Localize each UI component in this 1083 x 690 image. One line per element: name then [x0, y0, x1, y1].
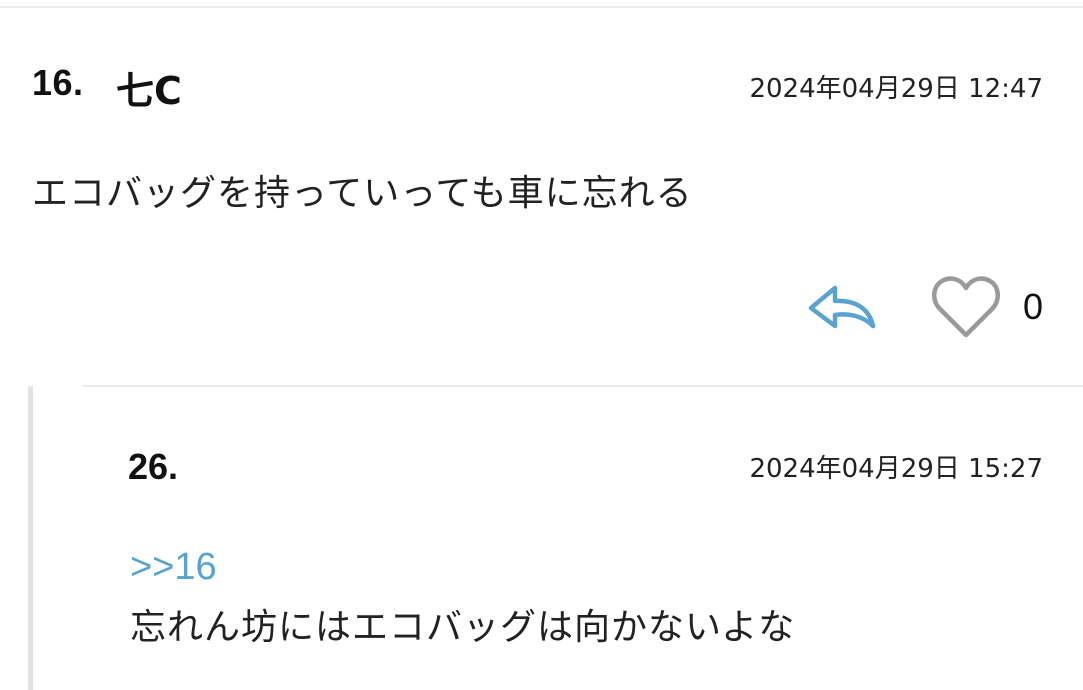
- like-count: 0: [1022, 286, 1043, 327]
- reply-date: 2024年04月29日 15:27: [749, 454, 1043, 484]
- post-actions: 0: [805, 272, 1043, 342]
- top-divider: [0, 6, 1083, 8]
- post-author: 七C: [116, 69, 182, 113]
- reply-arrow-icon[interactable]: [805, 280, 879, 334]
- post-header: 16. 七C 2024年04月29日 12:47: [32, 60, 1043, 113]
- thread-line: [28, 386, 33, 690]
- comment-thread: 16. 七C 2024年04月29日 12:47 エコバッグを持っていっても車に…: [0, 0, 1083, 690]
- post-date: 2024年04月29日 12:47: [749, 74, 1043, 104]
- reply-anchor-link[interactable]: >>16: [130, 546, 217, 589]
- reply-number: 26.: [128, 446, 179, 487]
- post-number: 16.: [32, 62, 84, 103]
- post-body: エコバッグを持っていっても車に忘れる: [32, 173, 693, 214]
- heart-outline-icon[interactable]: [931, 273, 1001, 341]
- reply-divider: [82, 385, 1083, 387]
- reply-body: 忘れん坊にはエコバッグは向かないよな: [130, 607, 796, 648]
